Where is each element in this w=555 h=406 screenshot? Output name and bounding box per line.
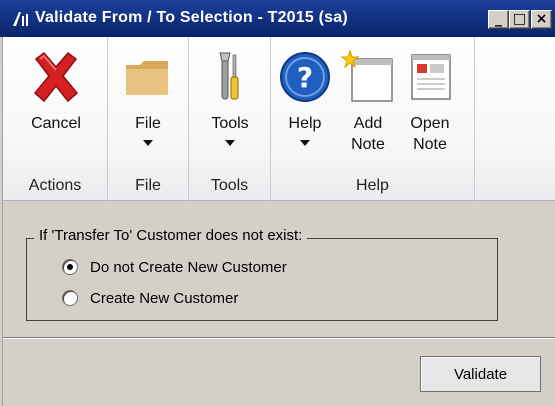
minimize-button[interactable]: _: [488, 10, 509, 29]
ribbon-group-help: ? Help Add Note Open Note Help: [271, 37, 475, 201]
group-label-actions: Actions: [28, 177, 82, 194]
group-label-help: Help: [356, 177, 389, 194]
chevron-down-icon: [300, 140, 310, 146]
validate-button[interactable]: Validate: [420, 356, 541, 392]
option-group-legend: If 'Transfer To' Customer does not exist…: [34, 227, 308, 244]
radio-create-new[interactable]: Create New Customer: [62, 287, 238, 309]
ribbon-group-tools: Tools Tools: [189, 37, 271, 201]
window-title: Validate From / To Selection - T2015 (sa…: [35, 9, 348, 26]
open-note-label-1: Open: [410, 115, 450, 132]
add-note-icon: [340, 49, 393, 102]
title-bar[interactable]: Validate From / To Selection - T2015 (sa…: [0, 0, 555, 37]
dialog-content: If 'Transfer To' Customer does not exist…: [3, 202, 555, 406]
chevron-down-icon: [143, 140, 153, 146]
add-note-label-1: Add: [353, 115, 383, 132]
group-label-file: File: [135, 177, 161, 194]
tools-button[interactable]: Tools: [195, 49, 265, 146]
open-note-icon: [411, 54, 451, 100]
chevron-down-icon: [225, 140, 235, 146]
open-note-button[interactable]: Open Note: [399, 49, 461, 155]
radio-button-checked[interactable]: [62, 259, 78, 275]
maximize-button[interactable]: □: [509, 10, 530, 29]
ribbon-toolbar: Cancel Actions File File Tools Tools ? H…: [3, 37, 555, 201]
cancel-button[interactable]: Cancel: [21, 49, 91, 134]
radio-do-not-create[interactable]: Do not Create New Customer: [62, 256, 287, 278]
help-question-icon: ?: [280, 52, 330, 102]
radio-label: Do not Create New Customer: [90, 258, 287, 276]
add-note-label-2: Note: [351, 136, 385, 153]
file-button[interactable]: File: [113, 49, 183, 146]
close-button[interactable]: ×: [531, 10, 552, 29]
group-label-tools: Tools: [210, 177, 249, 194]
validate-from-to-window: Validate From / To Selection - T2015 (sa…: [0, 0, 555, 406]
ribbon-group-actions: Cancel Actions: [3, 37, 108, 201]
add-note-button[interactable]: Add Note: [337, 49, 399, 155]
cancel-x-icon: [33, 51, 79, 103]
tools-icon: [219, 52, 239, 100]
radio-label: Create New Customer: [90, 289, 239, 307]
file-label: File: [135, 115, 161, 132]
tools-label: Tools: [211, 115, 249, 132]
help-label: Help: [288, 115, 322, 132]
radio-button-unchecked[interactable]: [62, 290, 78, 306]
svg-text:?: ?: [297, 61, 313, 94]
folder-icon: [126, 61, 168, 95]
app-logo-icon: [13, 12, 28, 26]
help-button[interactable]: ? Help: [275, 49, 335, 146]
open-note-label-2: Note: [413, 136, 447, 153]
ribbon-group-file: File File: [108, 37, 189, 201]
separator-line: [3, 337, 555, 339]
cancel-label: Cancel: [31, 115, 81, 132]
